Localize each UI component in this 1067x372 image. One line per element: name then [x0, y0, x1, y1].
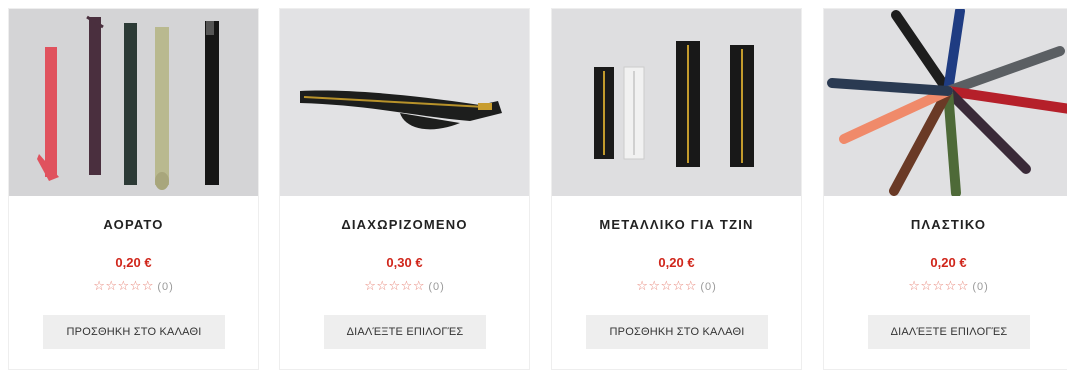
- plastic-zippers-photo: [824, 9, 1067, 196]
- add-to-cart-button[interactable]: ΠΡΟΣΘΗΚΗ ΣΤΟ ΚΑΛΑΘΙ: [43, 315, 225, 349]
- product-card: ΑΟΡΑΤΟ 0,20 € ☆☆☆☆☆ (0) ΠΡΟΣΘΗΚΗ ΣΤΟ ΚΑΛ…: [8, 8, 259, 370]
- invisible-zippers-photo: [9, 9, 258, 196]
- separating-zipper-photo: [280, 9, 529, 196]
- rating-count: (0): [428, 281, 445, 293]
- product-title[interactable]: ΔΙΑΧΩΡΙΖΟΜΕΝΟ: [280, 217, 529, 232]
- product-image[interactable]: [280, 9, 529, 196]
- product-price: 0,30 €: [386, 255, 423, 270]
- product-card: ΠΛΑΣΤΙΚΟ 0,20 € ☆☆☆☆☆ (0) ΔΙΑΛΈΞΤΕ ΕΠΙΛΟ…: [823, 8, 1067, 370]
- product-card: ΔΙΑΧΩΡΙΖΟΜΕΝΟ 0,30 € ☆☆☆☆☆ (0) ΔΙΑΛΈΞΤΕ …: [279, 8, 530, 370]
- rating-count: (0): [972, 281, 989, 293]
- select-options-button[interactable]: ΔΙΑΛΈΞΤΕ ΕΠΙΛΟΓΈΣ: [324, 315, 486, 349]
- star-rating-icon: ☆☆☆☆☆: [364, 279, 425, 294]
- product-price: 0,20 €: [930, 255, 967, 270]
- product-image[interactable]: [824, 9, 1067, 196]
- select-options-button[interactable]: ΔΙΑΛΈΞΤΕ ΕΠΙΛΟΓΈΣ: [868, 315, 1030, 349]
- product-rating: ☆☆☆☆☆ (0): [9, 279, 258, 294]
- product-image[interactable]: [9, 9, 258, 196]
- star-rating-icon: ☆☆☆☆☆: [636, 279, 697, 294]
- product-title[interactable]: ΠΛΑΣΤΙΚΟ: [824, 217, 1067, 232]
- product-grid: ΑΟΡΑΤΟ 0,20 € ☆☆☆☆☆ (0) ΠΡΟΣΘΗΚΗ ΣΤΟ ΚΑΛ…: [0, 0, 1067, 372]
- star-rating-icon: ☆☆☆☆☆: [93, 279, 154, 294]
- add-to-cart-button[interactable]: ΠΡΟΣΘΗΚΗ ΣΤΟ ΚΑΛΑΘΙ: [586, 315, 768, 349]
- product-price: 0,20 €: [115, 255, 152, 270]
- product-image[interactable]: [552, 9, 801, 196]
- rating-count: (0): [700, 281, 717, 293]
- product-title[interactable]: ΑΟΡΑΤΟ: [9, 217, 258, 232]
- product-rating: ☆☆☆☆☆ (0): [280, 279, 529, 294]
- product-rating: ☆☆☆☆☆ (0): [824, 279, 1067, 294]
- product-rating: ☆☆☆☆☆ (0): [552, 279, 801, 294]
- product-title[interactable]: ΜΕΤΑΛΛΙΚΟ ΓΙΑ ΤΖΙΝ: [552, 217, 801, 232]
- star-rating-icon: ☆☆☆☆☆: [908, 279, 969, 294]
- product-price: 0,20 €: [658, 255, 695, 270]
- metal-jeans-zippers-photo: [552, 9, 801, 196]
- product-card: ΜΕΤΑΛΛΙΚΟ ΓΙΑ ΤΖΙΝ 0,20 € ☆☆☆☆☆ (0) ΠΡΟΣ…: [551, 8, 802, 370]
- rating-count: (0): [157, 281, 174, 293]
